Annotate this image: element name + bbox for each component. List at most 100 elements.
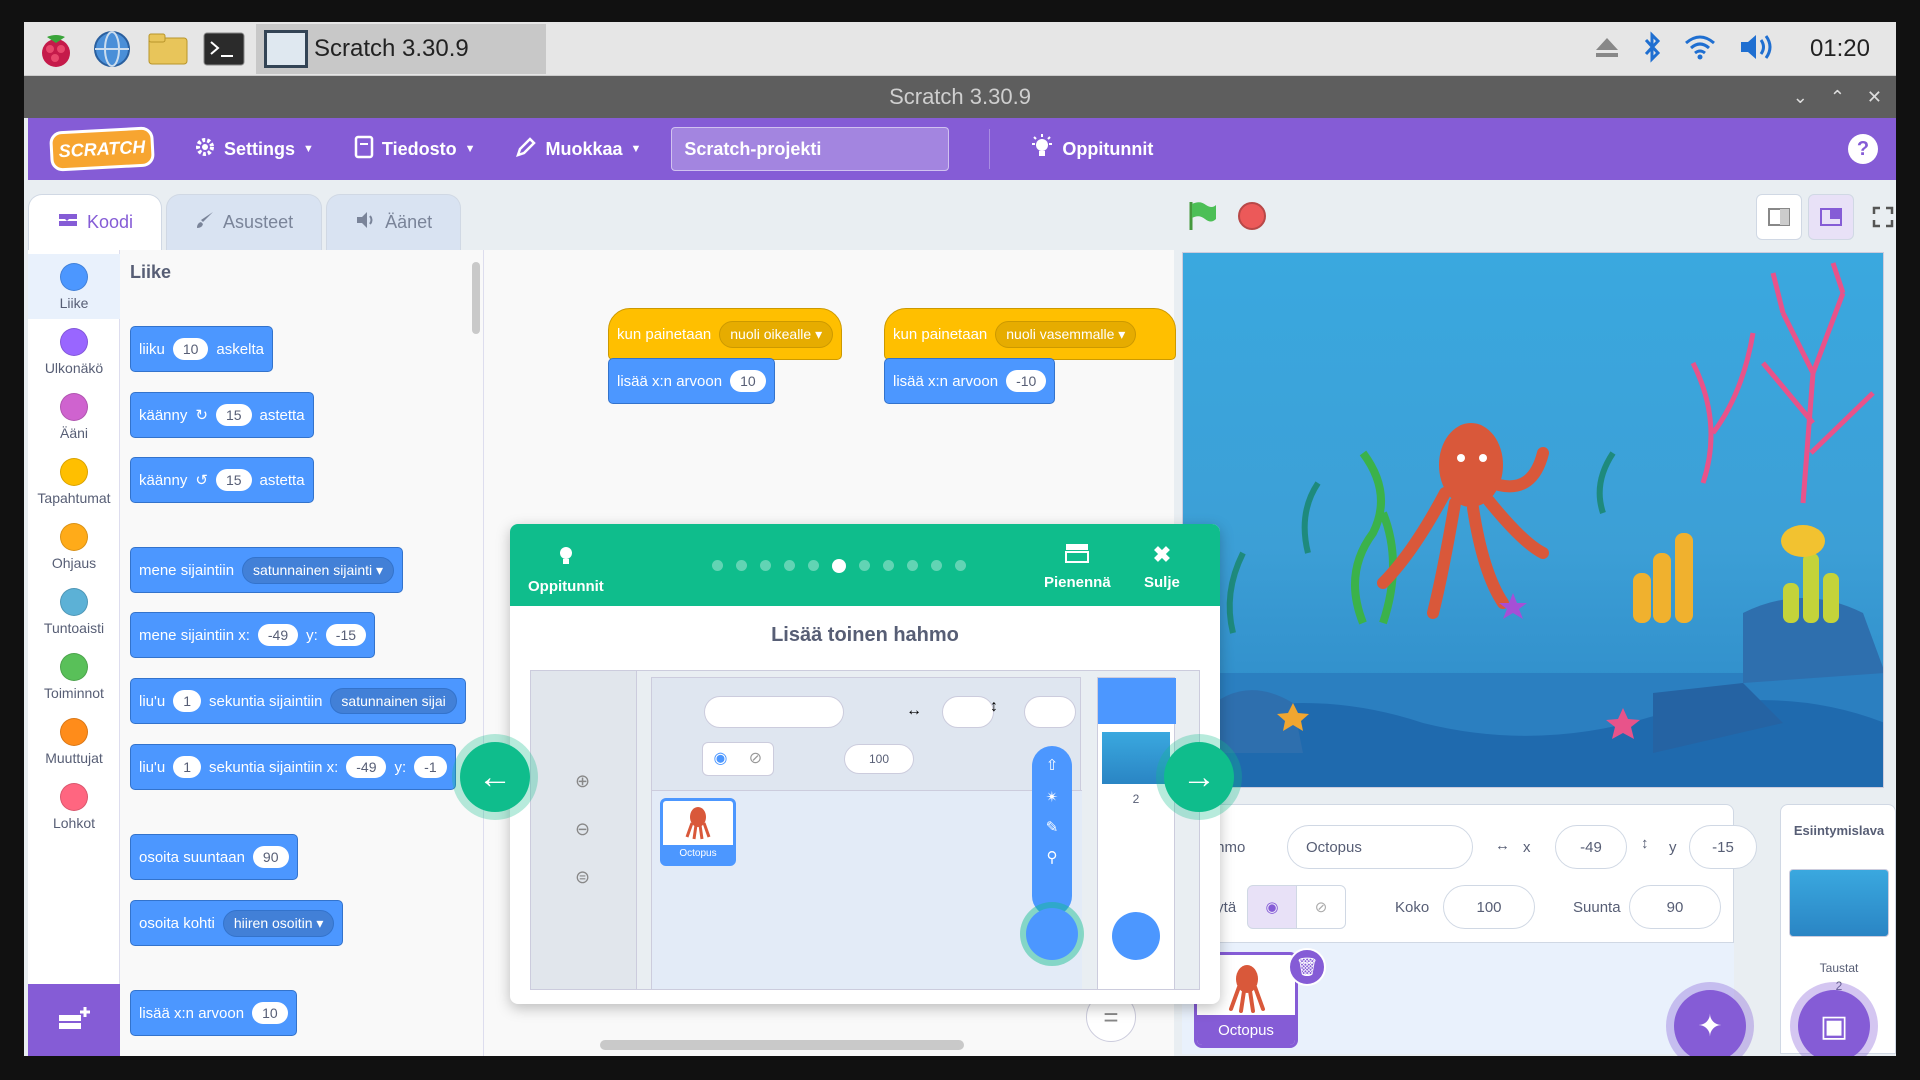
degrees-input[interactable]: 15 <box>215 469 252 491</box>
project-title-input[interactable]: Scratch-projekti <box>671 127 950 171</box>
step-dot[interactable] <box>736 560 747 571</box>
previous-step-button[interactable]: ← <box>460 742 530 812</box>
category-5[interactable]: Tuntoaisti <box>28 579 120 644</box>
x-input[interactable]: -49 <box>257 624 299 646</box>
block-turn-left[interactable]: käänny ↺ 15 astetta <box>130 457 314 503</box>
block-point-direction[interactable]: osoita suuntaan 90 <box>130 834 298 880</box>
sprite-name-input[interactable]: Octopus <box>1287 825 1473 869</box>
taskbar-scratch-window[interactable]: Scratch 3.30.9 <box>256 23 546 74</box>
close-icon[interactable]: ✕ <box>1867 87 1882 108</box>
close-tutorial-button[interactable]: ✖ Sulje <box>1144 542 1180 591</box>
backdrop-thumbnail[interactable] <box>1789 869 1889 937</box>
next-step-button[interactable]: → <box>1164 742 1234 812</box>
block-goto-xy[interactable]: mene sijaintiin x: -49 y: -15 <box>130 612 376 658</box>
step-dot[interactable] <box>808 560 819 571</box>
choose-backdrop-button[interactable]: ▣ <box>1798 990 1870 1056</box>
stage-canvas[interactable] <box>1182 252 1884 788</box>
web-browser-icon[interactable] <box>88 27 136 71</box>
point-target-dropdown[interactable]: hiiren osoitin ▾ <box>222 909 335 937</box>
step-dot[interactable] <box>907 560 918 571</box>
category-7[interactable]: Muuttujat <box>28 709 120 774</box>
key-dropdown[interactable]: nuoli vasemmalle ▾ <box>995 320 1137 348</box>
x-input[interactable]: -49 <box>346 756 387 778</box>
script-2-change-x[interactable]: lisää x:n arvoon -10 <box>884 358 1056 404</box>
settings-menu[interactable]: Settings ▼ <box>194 136 314 163</box>
tab-sounds[interactable]: Äänet <box>326 194 462 250</box>
key-dropdown[interactable]: nuoli oikealle ▾ <box>719 320 834 348</box>
steps-input[interactable]: 10 <box>172 338 209 360</box>
block-glide-xy[interactable]: liu'u 1 sekuntia sijaintiin x: -49 y: -1 <box>130 744 456 790</box>
scratch-logo[interactable]: SCRATCH <box>49 126 155 172</box>
degrees-input[interactable]: 15 <box>215 404 252 426</box>
minimize-icon[interactable]: ⌄ <box>1793 87 1808 108</box>
raspberry-menu-icon[interactable] <box>32 27 80 71</box>
large-stage-button[interactable] <box>1808 194 1854 240</box>
script-1-hat[interactable]: kun painetaan nuoli oikealle ▾ <box>608 308 843 360</box>
tab-code[interactable]: Koodi <box>28 194 163 250</box>
green-flag-icon[interactable] <box>1186 200 1218 239</box>
edit-menu[interactable]: Muokkaa ▼ <box>515 136 641 163</box>
category-0[interactable]: Liike <box>28 254 120 319</box>
block-glide-to[interactable]: liu'u 1 sekuntia sijaintiin satunnainen … <box>130 678 466 724</box>
shrink-tutorial-button[interactable]: Pienennä <box>1044 542 1111 591</box>
file-menu[interactable]: Tiedosto ▼ <box>354 135 475 164</box>
maximize-icon[interactable]: ⌃ <box>1830 87 1845 108</box>
value-input[interactable]: 10 <box>730 370 766 392</box>
category-3[interactable]: Tapahtumat <box>28 449 120 514</box>
step-dot[interactable] <box>883 560 894 571</box>
category-2[interactable]: Ääni <box>28 384 120 449</box>
value-input[interactable]: -10 <box>1006 370 1047 392</box>
direction-input[interactable]: 90 <box>1629 885 1721 929</box>
block-move-steps[interactable]: liiku 10 askelta <box>130 326 273 372</box>
small-stage-button[interactable] <box>1756 194 1802 240</box>
glide-target-dropdown[interactable]: satunnainen sijai <box>330 688 457 714</box>
category-1[interactable]: Ulkonäkö <box>28 319 120 384</box>
size-input[interactable]: 100 <box>1443 885 1535 929</box>
show-sprite-button[interactable]: ◉ <box>1247 885 1297 929</box>
seconds-input[interactable]: 1 <box>173 756 202 778</box>
eject-icon[interactable] <box>1594 35 1620 64</box>
tutorials-menu[interactable]: Oppitunnit <box>1030 133 1153 165</box>
x-input[interactable]: -49 <box>1555 825 1627 869</box>
delete-sprite-icon[interactable]: 🗑 <box>1288 948 1326 986</box>
y-input[interactable]: -15 <box>325 624 367 646</box>
file-manager-icon[interactable] <box>144 27 192 71</box>
block-point-towards[interactable]: osoita kohti hiiren osoitin ▾ <box>130 900 344 946</box>
step-dot[interactable] <box>760 560 771 571</box>
y-input[interactable]: -15 <box>1689 825 1757 869</box>
category-4[interactable]: Ohjaus <box>28 514 120 579</box>
change-x-input[interactable]: 10 <box>252 1002 288 1024</box>
wifi-icon[interactable] <box>1684 33 1716 66</box>
help-icon[interactable]: ? <box>1848 134 1878 164</box>
script-scrollbar[interactable] <box>600 1040 964 1050</box>
step-dot[interactable] <box>784 560 795 571</box>
block-change-x[interactable]: lisää x:n arvoon 10 <box>130 990 297 1036</box>
terminal-icon[interactable] <box>200 27 248 71</box>
script-2-hat[interactable]: kun painetaan nuoli vasemmalle ▾ <box>884 308 1176 360</box>
goto-target-dropdown[interactable]: satunnainen sijainti ▾ <box>242 556 395 584</box>
choose-sprite-button[interactable]: ✦ <box>1674 990 1746 1056</box>
bluetooth-icon[interactable] <box>1642 30 1662 68</box>
script-1-change-x[interactable]: lisää x:n arvoon 10 <box>608 358 775 404</box>
block-turn-right[interactable]: käänny ↻ 15 astetta <box>130 392 314 438</box>
clock[interactable]: 01:20 <box>1810 35 1870 63</box>
category-6[interactable]: Toiminnot <box>28 644 120 709</box>
y-input[interactable]: -1 <box>414 756 447 778</box>
step-dot[interactable] <box>931 560 942 571</box>
fullscreen-icon[interactable] <box>1860 194 1896 240</box>
block-goto[interactable]: mene sijaintiin satunnainen sijainti ▾ <box>130 547 404 593</box>
add-extension-button[interactable] <box>28 984 120 1056</box>
stop-icon[interactable] <box>1238 202 1266 230</box>
tutorials-library-button[interactable]: Oppitunnit <box>528 542 604 595</box>
step-dot[interactable] <box>712 560 723 571</box>
tab-costumes[interactable]: Asusteet <box>166 194 323 250</box>
seconds-input[interactable]: 1 <box>173 690 202 712</box>
step-dot[interactable] <box>832 559 846 573</box>
step-dot[interactable] <box>859 560 870 571</box>
direction-input[interactable]: 90 <box>252 846 289 868</box>
step-dot[interactable] <box>955 560 966 571</box>
category-8[interactable]: Lohkot <box>28 774 120 839</box>
volume-icon[interactable] <box>1738 32 1778 67</box>
hide-sprite-button[interactable]: ⊘ <box>1296 885 1346 929</box>
palette-scrollbar[interactable] <box>472 262 480 334</box>
